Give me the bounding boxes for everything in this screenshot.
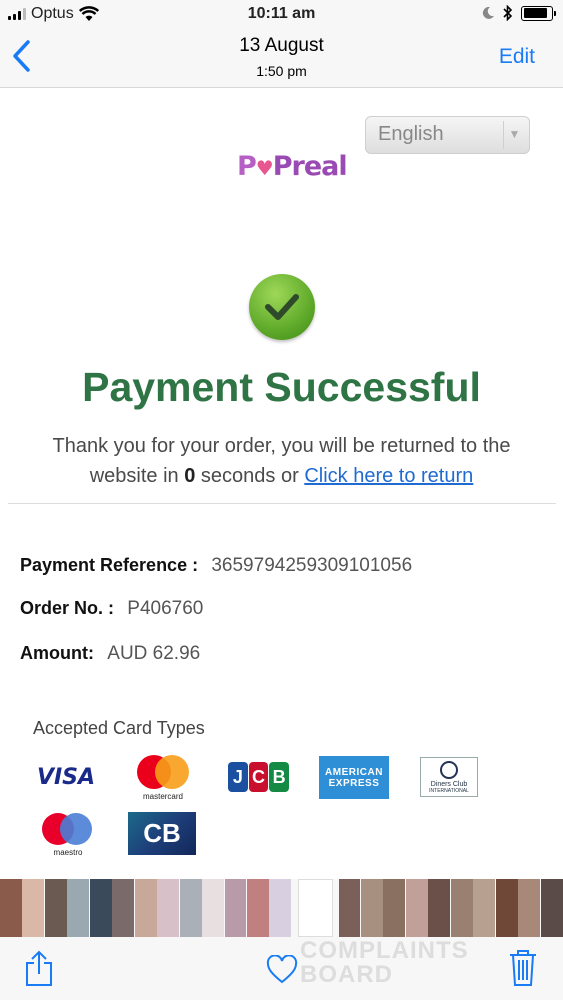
battery-icon (521, 5, 556, 21)
thumbnail[interactable] (450, 879, 473, 937)
order-no-label: Order No. : (20, 598, 115, 618)
countdown-value: 0 (184, 465, 196, 487)
thumbnail[interactable] (246, 879, 269, 937)
bluetooth-icon (503, 5, 513, 21)
payment-reference-value: 3659794259309101056 (211, 555, 413, 576)
order-no-value: P406760 (127, 598, 204, 619)
thumbnail[interactable] (428, 879, 451, 937)
thumbnail[interactable] (473, 879, 496, 937)
thumbnail[interactable] (157, 879, 180, 937)
page-title: Payment Successful (82, 364, 481, 410)
status-bar: Optus 10:11 am (0, 0, 563, 30)
thumbnail[interactable] (269, 879, 292, 937)
thumbnail[interactable] (89, 879, 112, 937)
share-icon (26, 950, 52, 986)
thumbnail[interactable] (179, 879, 202, 937)
maestro-logo: maestro (40, 813, 96, 857)
moon-icon (482, 6, 494, 19)
thumbnail[interactable] (0, 879, 22, 937)
delete-button[interactable] (508, 949, 538, 992)
heart-icon (266, 954, 298, 984)
thumbnail[interactable] (22, 879, 45, 937)
edit-button[interactable]: Edit (499, 45, 535, 69)
thumbnail[interactable] (383, 879, 406, 937)
trash-icon (510, 950, 536, 986)
thumbnail[interactable] (405, 879, 428, 937)
return-link[interactable]: Click here to return (304, 465, 473, 487)
amount-row: Amount: AUD 62.96 (20, 643, 200, 665)
thumbnail[interactable] (540, 879, 563, 937)
thumbnail[interactable] (495, 879, 518, 937)
thumbnail[interactable] (112, 879, 135, 937)
accepted-card-types-title: Accepted Card Types (33, 718, 205, 738)
nav-title: 13 August (239, 35, 324, 56)
amex-logo: AMERICAN EXPRESS (319, 756, 389, 799)
nav-subtitle: 1:50 pm (256, 63, 307, 79)
payment-reference-label: Payment Reference : (20, 555, 199, 575)
thumbnail[interactable] (338, 879, 361, 937)
jcb-logo: J C B (228, 761, 290, 793)
popreal-logo: P♥Preal (237, 151, 348, 182)
mastercard-logo: mastercard (135, 755, 191, 801)
checkmark-icon (249, 274, 315, 340)
share-button[interactable] (24, 949, 54, 992)
thumbnail[interactable] (224, 879, 247, 937)
divider (8, 503, 556, 504)
bottom-toolbar: COMPLAINTS BOARD (0, 939, 563, 1000)
favorite-button[interactable] (266, 954, 298, 990)
cb-logo: CB (128, 812, 196, 855)
thumbnail-selected[interactable] (297, 879, 333, 937)
thumbnail[interactable] (134, 879, 157, 937)
order-no-row: Order No. : P406760 (20, 598, 203, 620)
status-right (481, 5, 556, 21)
status-time: 10:11 am (247, 5, 316, 22)
thumbnail[interactable] (44, 879, 67, 937)
photo-content: English ▼ P♥Preal Payment Successful Tha… (0, 89, 563, 879)
thumbnail-strip[interactable] (0, 879, 563, 939)
language-value: English (378, 123, 444, 145)
diners-club-logo: Diners Club INTERNATIONAL (420, 757, 478, 797)
thumbnail[interactable] (360, 879, 383, 937)
thank-you-message: Thank you for your order, you will be re… (52, 435, 511, 487)
language-select[interactable]: English ▼ (365, 116, 530, 154)
watermark: COMPLAINTS BOARD (300, 937, 469, 988)
thumbnail[interactable] (67, 879, 90, 937)
amount-label: Amount: (20, 643, 94, 663)
thumbnail[interactable] (518, 879, 541, 937)
amount-value: AUD 62.96 (107, 643, 201, 664)
payment-reference-row: Payment Reference : 3659794259309101056 (20, 555, 412, 577)
thumbnail[interactable] (202, 879, 225, 937)
chevron-down-icon: ▼ (503, 121, 525, 149)
visa-logo: VISA (36, 764, 96, 790)
nav-bar: 13 August 1:50 pm Edit (0, 30, 563, 88)
